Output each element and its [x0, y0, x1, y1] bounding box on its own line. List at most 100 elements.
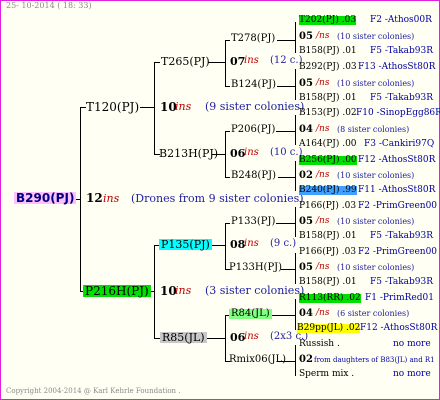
queen-p166[interactable]: P166(PJ) .03: [299, 202, 356, 211]
connector: [295, 345, 296, 376]
connector: [140, 107, 155, 108]
connector: [271, 315, 295, 316]
connector: [277, 86, 295, 87]
queen-b158[interactable]: B158(PJ) .01: [299, 232, 357, 241]
queen-p216h[interactable]: P216H(PJ): [83, 285, 151, 297]
connector: [276, 223, 295, 224]
queen-rmix06[interactable]: Rmix06(JL): [229, 355, 286, 365]
queen-p133[interactable]: P133(PJ): [231, 217, 275, 227]
queen-r85[interactable]: R85(JL): [160, 332, 207, 343]
queen-b256[interactable]: B256(PJ) .00: [299, 156, 357, 165]
connector: [278, 177, 295, 178]
source: no more: [393, 339, 431, 349]
source: F10 -SinopEgg86R: [356, 108, 440, 118]
connector: [295, 115, 296, 145]
queen-b153[interactable]: B153(PJ) .02: [299, 109, 357, 118]
source: F13 -AthosSt80R: [358, 62, 436, 72]
queen-t120[interactable]: T120(PJ): [86, 101, 139, 113]
source: F5 -Takab93R: [370, 231, 434, 241]
connector: [154, 62, 155, 154]
root-queen[interactable]: B290(PJ): [14, 192, 77, 204]
source: F1 -PrimRed01: [365, 293, 434, 303]
connector: [225, 86, 230, 87]
queen-b213h[interactable]: B213H(PJ): [159, 148, 218, 159]
g4-ins: /ns: [316, 170, 330, 180]
g4-num: 05: [299, 78, 313, 89]
g4-note: (10 sister colonies): [337, 79, 415, 88]
queen-b158[interactable]: B158(PJ) .01: [299, 94, 357, 103]
g2-note: (9 c.): [270, 238, 297, 249]
source: F5 -Takab93R: [370, 46, 434, 56]
g4-num: 05: [299, 216, 313, 227]
timestamp: 25- 10-2014 ( 18: 33): [6, 1, 92, 10]
root-ins: ins: [103, 192, 120, 205]
queen-t278[interactable]: T278(PJ): [231, 34, 275, 44]
g1-note: (9 sister colonies): [205, 100, 305, 113]
root-num: 12: [86, 191, 103, 205]
g4-ins: /ns: [316, 262, 330, 272]
source: F2 -Athos00R: [370, 15, 432, 25]
queen-b29pp[interactable]: B29pp(JL) .02: [297, 324, 361, 333]
connector: [154, 62, 160, 63]
queen-b158[interactable]: B158(PJ) .01: [299, 47, 357, 56]
connector: [295, 253, 296, 284]
queen-p206[interactable]: P206(PJ): [231, 125, 275, 135]
source: no more: [393, 369, 431, 379]
queen-p166[interactable]: P166(PJ) .03: [299, 248, 356, 257]
g4-num: 05: [299, 262, 313, 273]
source: F5 -Takab93R: [370, 93, 434, 103]
sperm-mix[interactable]: Sperm mix .: [299, 370, 354, 379]
g4-num: 02: [299, 354, 313, 365]
g2-ins: ins: [244, 147, 259, 158]
g1-ins: ins: [175, 284, 192, 297]
g4-note: (10 sister colonies): [337, 263, 415, 272]
connector: [225, 131, 230, 132]
g4-ins: /ns: [316, 124, 330, 134]
connector: [295, 207, 296, 237]
source: F11 -AthosSt80R: [358, 185, 436, 195]
g4-ins: /ns: [316, 78, 330, 88]
queen-b158[interactable]: B158(PJ) .01: [299, 278, 357, 287]
g4-ins: /ns: [316, 308, 330, 318]
connector: [225, 223, 226, 269]
queen-p133h[interactable]: P133H(PJ): [229, 263, 282, 273]
g4-note: (10 sister colonies): [337, 171, 415, 180]
connector: [225, 40, 230, 41]
g4-ins: /ns: [316, 216, 330, 226]
queen-b248[interactable]: B248(PJ): [231, 171, 276, 181]
g4-note: (10 sister colonies): [337, 217, 415, 226]
source: F2 -PrimGreen00: [358, 247, 438, 257]
connector: [208, 62, 226, 63]
g2-ins: ins: [244, 55, 259, 66]
root-note: (Drones from 9 sister colonies): [131, 192, 304, 205]
source: F12 -AthosSt80R: [358, 155, 436, 165]
connector: [276, 131, 295, 132]
g4-num: 02: [299, 170, 313, 181]
g4-note: (8 sister colonies): [337, 125, 410, 134]
g4-num: 04: [299, 124, 313, 135]
connector: [295, 22, 296, 53]
queen-b124[interactable]: B124(PJ): [231, 80, 276, 90]
source: F5 -Takab93R: [370, 277, 434, 287]
source: F12 -AthosSt80R: [360, 323, 438, 333]
queen-a164[interactable]: A164(PJ) .00: [299, 140, 357, 149]
connector: [277, 40, 295, 41]
queen-r113[interactable]: R113(RR) .02: [299, 294, 361, 303]
russish[interactable]: Russish .: [299, 340, 340, 349]
queen-r84[interactable]: R84(JL): [229, 309, 272, 319]
g4-note: from daughters of B83(JL) and R1: [314, 356, 435, 364]
g1-note: (3 sister colonies): [205, 284, 305, 297]
g2-ins: ins: [244, 238, 259, 249]
g4-ins: /ns: [316, 31, 330, 41]
source: F3 -Cankiri97Q: [364, 139, 435, 149]
copyright: Copyright 2004-2014 @ Karl Kehrle Founda…: [6, 387, 181, 395]
queen-b240[interactable]: B240(PJ) .99: [299, 186, 357, 195]
g2-ins: ins: [244, 331, 259, 342]
g1-ins: ins: [175, 100, 192, 113]
queen-p135[interactable]: P135(PJ): [159, 239, 212, 250]
connector: [295, 161, 296, 191]
g4-num: 05: [299, 31, 313, 42]
queen-t202[interactable]: T202(PJ) .03: [299, 16, 357, 25]
queen-t265[interactable]: T265(PJ): [161, 56, 210, 67]
queen-b292[interactable]: B292(PJ) .03: [299, 63, 357, 72]
